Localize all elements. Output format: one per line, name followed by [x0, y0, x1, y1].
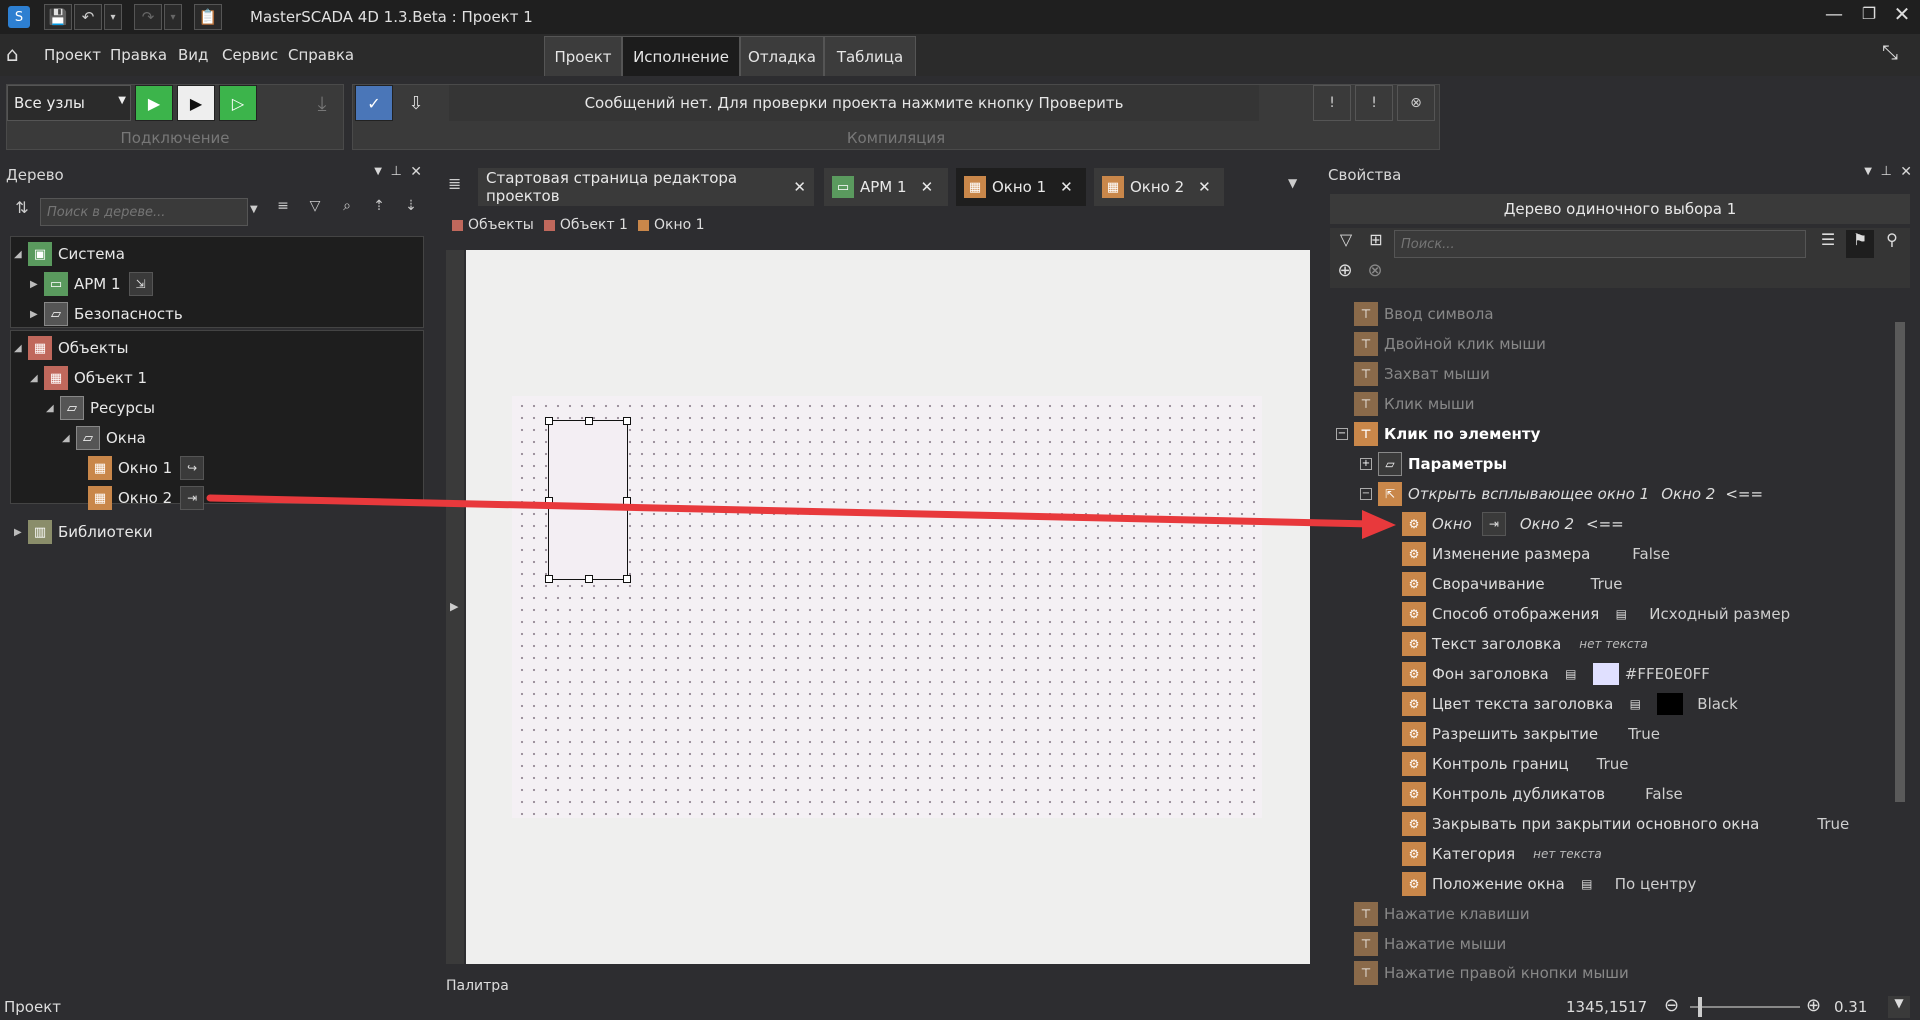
zoom-menu-icon[interactable]: ▼ — [1888, 996, 1910, 1018]
zoom-slider[interactable] — [1690, 997, 1800, 1017]
cursor-coords: 1345,1517 — [1566, 998, 1648, 1016]
annotation-arrow — [206, 494, 1396, 539]
zoom-slider-thumb[interactable] — [1698, 997, 1702, 1017]
status-text: Проект — [4, 998, 62, 1016]
zoom-in-icon[interactable]: ⊕ — [1806, 995, 1821, 1016]
annotation-arrow-line — [206, 494, 1376, 528]
status-bar: Проект 1345,1517 ⊖ ⊕ 0.31 ▼ — [0, 994, 1920, 1020]
zoom-level: 0.31 — [1834, 998, 1868, 1016]
zoom-out-icon[interactable]: ⊖ — [1664, 995, 1679, 1016]
annotation-arrow-head — [1362, 510, 1396, 539]
